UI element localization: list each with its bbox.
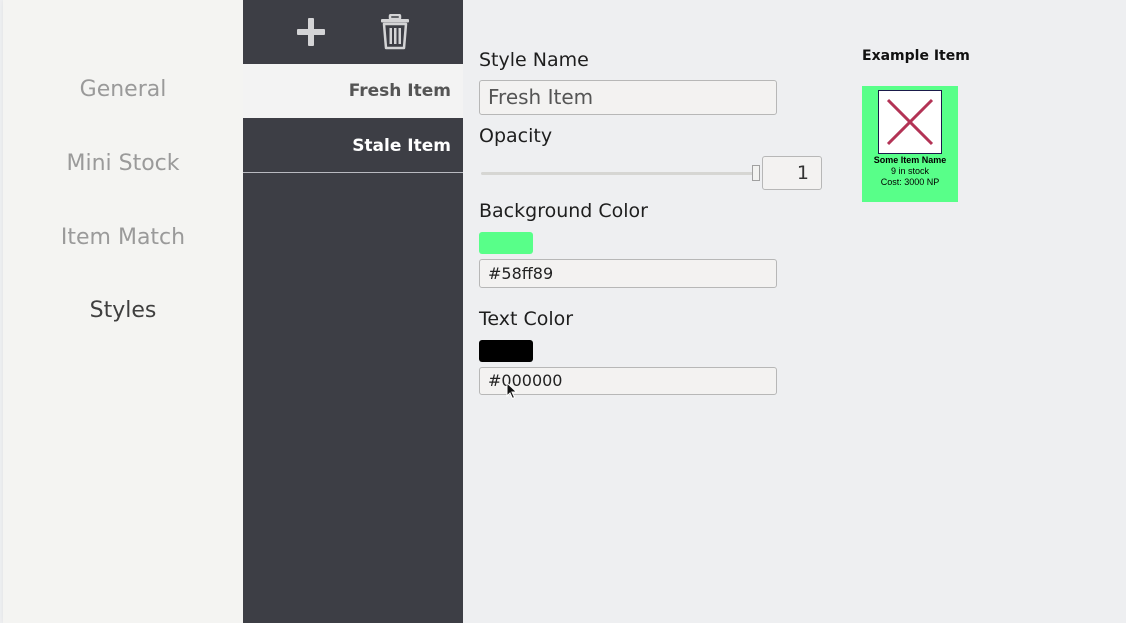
text-color-label: Text Color <box>479 308 574 330</box>
plus-icon <box>297 18 325 46</box>
preview-item-image <box>878 90 942 154</box>
nav-item-general[interactable]: General <box>3 77 243 102</box>
preview-item-cost: Cost: 3000 NP <box>880 177 940 187</box>
add-style-button[interactable] <box>294 14 328 50</box>
background-color-input[interactable]: #58ff89 <box>479 259 777 288</box>
settings-nav: General Mini Stock Item Match Styles <box>3 0 243 623</box>
background-color-swatch[interactable] <box>479 232 533 254</box>
nav-item-item-match[interactable]: Item Match <box>3 225 243 250</box>
mouse-cursor-icon <box>506 382 518 400</box>
preview-item-name: Some Item Name <box>873 155 947 165</box>
text-color-input[interactable]: #000000 <box>479 367 777 395</box>
placeholder-x-icon <box>886 98 934 146</box>
nav-item-mini-stock[interactable]: Mini Stock <box>3 151 243 176</box>
preview-title: Example Item <box>862 48 970 64</box>
delete-style-button[interactable] <box>378 13 412 50</box>
opacity-label: Opacity <box>479 125 553 147</box>
preview-item-card: Some Item Name 9 in stock Cost: 3000 NP <box>862 86 958 202</box>
style-name-label: Style Name <box>479 49 589 71</box>
preview-item-stock: 9 in stock <box>890 166 930 176</box>
nav-item-styles[interactable]: Styles <box>3 298 243 323</box>
opacity-slider-track[interactable] <box>481 172 757 175</box>
styles-list-panel: Fresh Item Stale Item <box>243 0 463 623</box>
opacity-number-input[interactable]: 1 <box>762 156 822 190</box>
background-color-label: Background Color <box>479 200 648 222</box>
text-color-swatch[interactable] <box>479 340 533 362</box>
style-name-input[interactable]: Fresh Item <box>479 80 777 115</box>
opacity-slider-thumb[interactable] <box>752 165 760 181</box>
trash-icon <box>381 13 409 50</box>
style-list-item-stale[interactable]: Stale Item <box>243 119 463 173</box>
style-list-item-fresh[interactable]: Fresh Item <box>243 64 463 118</box>
